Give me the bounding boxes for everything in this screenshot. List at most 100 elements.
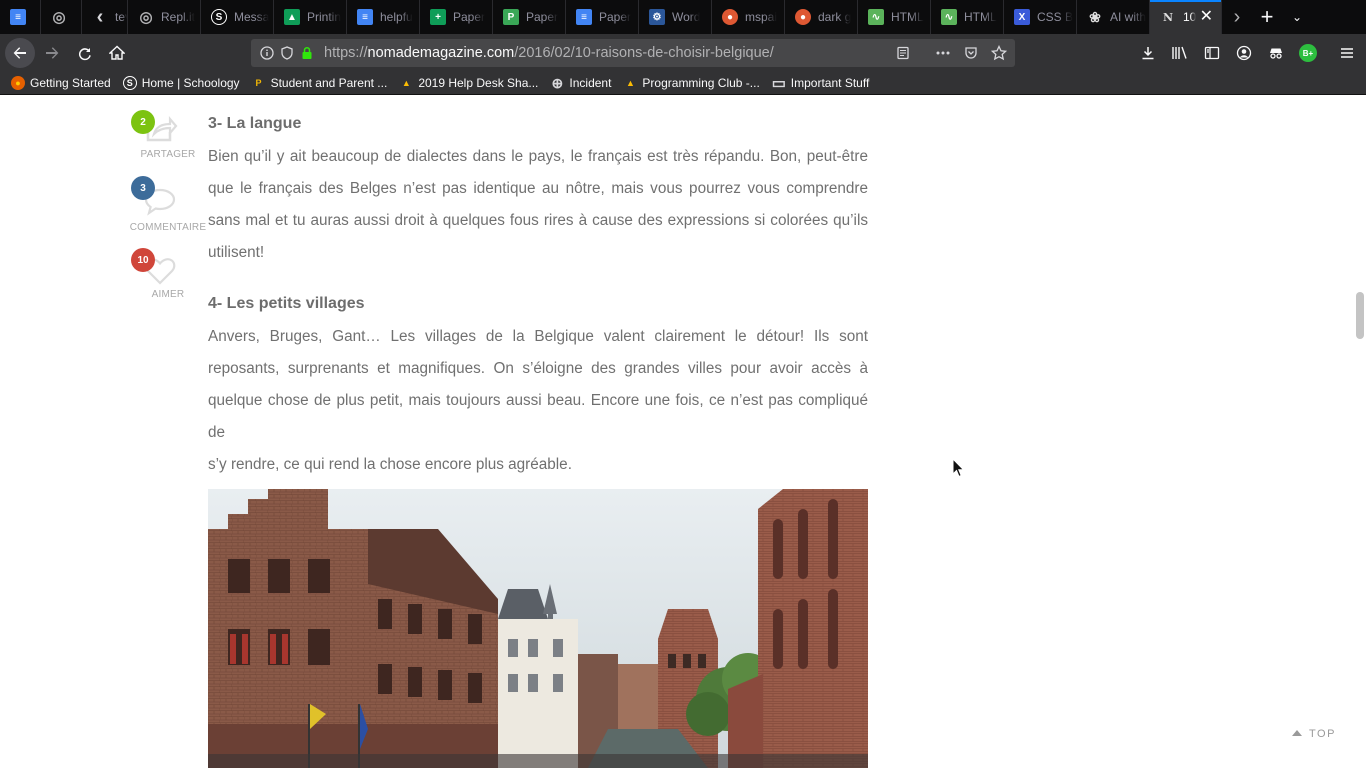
comment-count-badge: 3 <box>131 176 155 200</box>
paragraph-line: utilisent! <box>208 244 265 261</box>
paragraph-line: s’y rendre, ce qui rend la chose encore … <box>208 456 572 473</box>
sidebar-icon <box>1204 46 1220 60</box>
padlock-icon[interactable] <box>299 45 315 61</box>
browser-tab[interactable]: + Paper <box>420 0 493 34</box>
tab-strip: ≡ ◎ ‹ tev ◎ Repl.it S Messa ▲ Printin ≡ helpfu + Pape… <box>0 0 1366 34</box>
drive-icon: ▲ <box>284 9 300 25</box>
account-icon <box>1236 45 1252 61</box>
share-label: PARTAGER <box>140 149 196 160</box>
sidebar-button[interactable] <box>1198 39 1226 67</box>
browser-tab[interactable]: ∿ HTML <box>931 0 1004 34</box>
paper-icon: P <box>503 9 519 25</box>
profile-badge-button[interactable]: B+ <box>1294 39 1322 67</box>
reload-button[interactable] <box>71 39 99 67</box>
library-button[interactable] <box>1166 39 1194 67</box>
bookmark-item[interactable]: ▲ 2019 Help Desk Sha... <box>399 76 539 90</box>
bookmark-item[interactable]: ▲ Programming Club -... <box>623 76 760 90</box>
paragraph-line: quelque chose de plus petit, mais toujou… <box>208 392 868 441</box>
browser-tab[interactable]: X CSS B <box>1004 0 1077 34</box>
browser-tab[interactable]: ● dark g <box>785 0 858 34</box>
arrow-left-icon <box>13 47 26 59</box>
paragraph-line: Anvers, Bruges, Gant… Les villages de la… <box>208 328 868 345</box>
tab-title: Paper <box>526 10 559 24</box>
openai-icon: ❀ <box>1089 8 1101 25</box>
account-button[interactable] <box>1230 39 1258 67</box>
downloads-button[interactable] <box>1134 39 1162 67</box>
sheets-icon: + <box>430 9 446 25</box>
hamburger-menu-icon <box>1341 48 1353 58</box>
folder-icon: ▭ <box>771 75 786 92</box>
browser-tab[interactable]: ≡ Paper <box>566 0 639 34</box>
tab-title: Repl.it <box>161 10 196 24</box>
replit-swirl-icon: ◎ <box>52 9 66 26</box>
pocket-icon[interactable] <box>963 45 979 61</box>
bookmark-label: Home | Schoology <box>141 76 240 90</box>
address-bar[interactable]: https://nomademagazine.com/2016/02/10-ra… <box>251 39 1015 67</box>
info-icon[interactable] <box>259 45 275 61</box>
browser-tab[interactable]: ◎ <box>41 0 82 34</box>
paragraph-line: sans mal et tu auras aussi droit à quelq… <box>208 212 868 229</box>
firefox-icon: ● <box>11 76 25 90</box>
bookmark-item[interactable]: ▭ Important Stuff <box>771 75 870 92</box>
web-page: 2 PARTAGER 3 COMMENTAIRE 10 AIMER 3- La … <box>0 96 1366 768</box>
n-logo-icon: N <box>1162 10 1174 24</box>
extension-button[interactable] <box>1262 39 1290 67</box>
bookmark-label: Important Stuff <box>790 76 870 90</box>
back-to-top-link[interactable]: TOP <box>1292 728 1336 740</box>
tab-title: 10 <box>1183 10 1197 24</box>
browser-tab[interactable]: P Paper <box>493 0 566 34</box>
bookmark-label: Getting Started <box>30 76 111 90</box>
page-actions-icon[interactable] <box>935 45 951 61</box>
browser-tab[interactable]: N 10 ✕ <box>1150 0 1222 34</box>
docs-icon: ≡ <box>10 9 26 25</box>
navigation-toolbar: https://nomademagazine.com/2016/02/10-ra… <box>0 34 1366 72</box>
bookmark-item[interactable]: P Student and Parent ... <box>252 76 388 90</box>
tracking-shield-icon[interactable] <box>279 45 295 61</box>
word-gear-icon: ⚙ <box>649 9 665 25</box>
new-tab-button[interactable]: + <box>1252 0 1282 34</box>
back-button[interactable] <box>5 38 35 68</box>
browser-tab[interactable]: ● mspai <box>712 0 785 34</box>
forward-button[interactable] <box>38 39 66 67</box>
share-partager[interactable]: 2 PARTAGER <box>128 110 208 162</box>
paragraph-line: que le français des Belges n’est pas ide… <box>208 180 868 197</box>
duckduckgo-icon: ● <box>722 9 738 25</box>
list-all-tabs-icon[interactable]: ⌄ <box>1282 0 1312 34</box>
browser-tab[interactable]: ❀ AI with <box>1077 0 1150 34</box>
tab-title: Paper <box>599 10 632 24</box>
browser-tab[interactable]: ◎ Repl.it <box>128 0 201 34</box>
tab-title: Word <box>672 10 701 24</box>
browser-tab[interactable]: ⚙ Word <box>639 0 712 34</box>
scroll-tabs-right-icon[interactable]: › <box>1222 0 1252 34</box>
share-aimer[interactable]: 10 AIMER <box>128 248 208 303</box>
close-tab-icon[interactable]: ✕ <box>1200 9 1213 25</box>
url-text[interactable]: https://nomademagazine.com/2016/02/10-ra… <box>324 45 774 61</box>
bookmark-star-icon[interactable] <box>991 45 1007 61</box>
mouse-cursor-icon <box>952 458 965 478</box>
drive-icon: ▲ <box>625 78 635 88</box>
paragraph-line: Bien qu’il y ait beaucoup de dialectes d… <box>208 148 868 165</box>
share-commentaire[interactable]: 3 COMMENTAIRE <box>128 176 208 236</box>
browser-tab[interactable]: S Messa <box>201 0 274 34</box>
bookmark-label: Incident <box>569 76 612 90</box>
browser-tab[interactable]: ▲ Printin <box>274 0 347 34</box>
tab-title: mspai <box>745 10 778 24</box>
browser-tab[interactable]: ≡ helpfu <box>347 0 420 34</box>
duckduckgo-icon: ● <box>795 9 811 25</box>
tab-title: HTML <box>891 10 924 24</box>
bookmark-item[interactable]: ⊕ Incident <box>550 75 612 91</box>
schoology-icon: S <box>122 76 137 90</box>
home-button[interactable] <box>103 39 131 67</box>
browser-tab[interactable]: ∿ HTML <box>858 0 931 34</box>
browser-tab[interactable]: ‹ tev <box>82 0 128 34</box>
like-label: AIMER <box>151 289 185 300</box>
menu-button[interactable] <box>1333 39 1361 67</box>
reader-view-icon[interactable] <box>895 45 911 61</box>
browser-tab[interactable]: ≡ <box>0 0 41 34</box>
page-scrollbar-thumb[interactable] <box>1356 292 1364 339</box>
bookmark-item[interactable]: S Home | Schoology <box>122 76 240 90</box>
paragraph-line: reposants, surprenants et magnifiques. O… <box>208 360 868 377</box>
bookmark-label: Student and Parent ... <box>270 76 388 90</box>
schoology-icon: S <box>211 9 227 25</box>
bookmark-item[interactable]: ● Getting Started <box>11 76 111 90</box>
